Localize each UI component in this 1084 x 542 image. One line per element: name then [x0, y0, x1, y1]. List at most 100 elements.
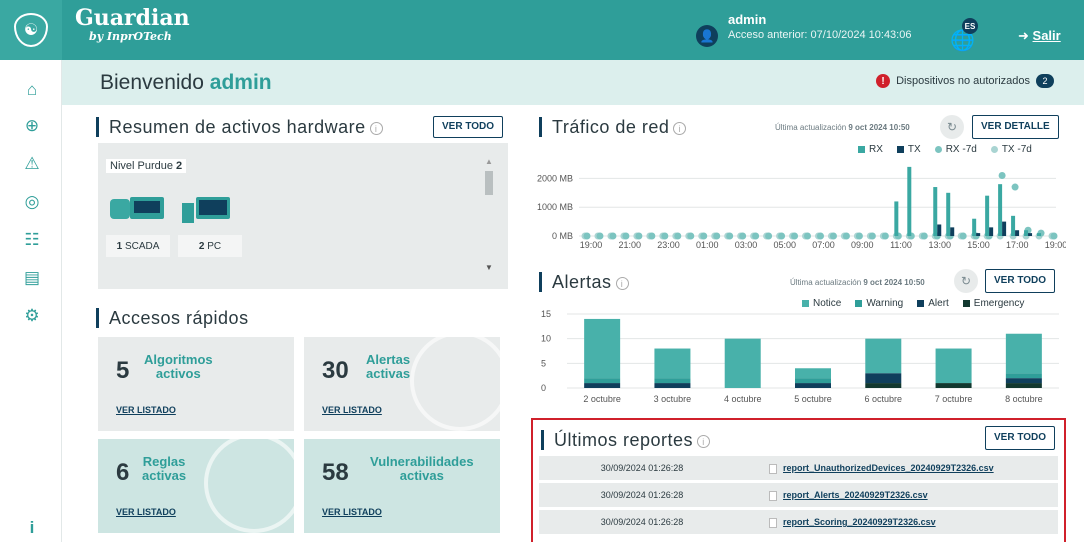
- rx7d-point: [791, 232, 799, 240]
- user-avatar-icon[interactable]: 👤: [696, 25, 718, 47]
- info-icon[interactable]: i: [22, 518, 42, 538]
- report-link[interactable]: report_Alerts_20240929T2326.csv: [783, 490, 928, 500]
- purdue-label: Nivel Purdue: [110, 160, 173, 172]
- quick-label: Reglas activas: [142, 454, 187, 483]
- alerts-legend: Notice Warning Alert Emergency: [802, 298, 1024, 309]
- alerts-title: Alertas i: [539, 272, 629, 292]
- scada-gear-icon: [110, 199, 130, 219]
- x-tick-label: 8 octubre: [1005, 394, 1043, 404]
- view-list-link[interactable]: VER LISTADO: [116, 507, 176, 517]
- brand-subtitle: by InprOTech: [89, 30, 172, 43]
- traffic-detail-button[interactable]: VER DETALLE: [972, 115, 1059, 139]
- scroll-down-icon[interactable]: ▼: [485, 263, 493, 272]
- settings-icon[interactable]: ⚙: [22, 306, 42, 326]
- language-badge[interactable]: ES: [962, 18, 978, 34]
- rx7d-point: [1050, 232, 1058, 240]
- tx-bar: [1002, 221, 1007, 236]
- alerts-view-all-button[interactable]: VER TODO: [985, 269, 1056, 293]
- report-file[interactable]: report_UnauthorizedDevices_20240929T2326…: [749, 456, 994, 480]
- quick-number: 6: [116, 459, 130, 486]
- hw-item-pc[interactable]: 2 PC: [178, 235, 242, 257]
- refresh-icon[interactable]: ↻: [940, 115, 964, 139]
- home-icon[interactable]: ⌂: [22, 80, 42, 100]
- quick-card-alerts[interactable]: 30 Alertas activas VER LISTADO: [304, 337, 500, 431]
- rx7d-point: [674, 232, 682, 240]
- rx-bar: [972, 218, 977, 236]
- scroll-up-icon[interactable]: ▲: [485, 157, 493, 166]
- quick-title: Accesos rápidos: [96, 308, 249, 328]
- report-link[interactable]: report_UnauthorizedDevices_20240929T2326…: [783, 463, 994, 473]
- hw-item-scada[interactable]: 1 SCADA: [106, 235, 170, 257]
- rx-bar: [1024, 230, 1029, 236]
- view-list-link[interactable]: VER LISTADO: [116, 405, 176, 415]
- rx7d-point: [713, 232, 721, 240]
- alert-bar-segment: [865, 383, 902, 388]
- document-icon[interactable]: ▤: [22, 268, 42, 288]
- scrollbar[interactable]: ▲ ▼: [483, 157, 493, 277]
- hardware-title-text: Resumen de activos hardware: [109, 117, 366, 137]
- file-icon: [769, 463, 777, 474]
- report-file[interactable]: report_Alerts_20240929T2326.csv: [749, 483, 928, 507]
- logo[interactable]: ☯: [0, 0, 62, 60]
- rx7d-point: [752, 232, 760, 240]
- alert-bar-segment: [1005, 373, 1042, 379]
- alerts-title-text: Alertas: [552, 272, 612, 292]
- legend-item: RX: [858, 144, 883, 155]
- reports-view-all-button[interactable]: VER TODO: [985, 426, 1056, 450]
- warning-icon[interactable]: ⚠: [22, 154, 42, 174]
- rx7d-point: [700, 232, 708, 240]
- reports-panel: Últimos reportes i VER TODO 30/09/2024 01…: [531, 418, 1066, 542]
- report-link[interactable]: report_Scoring_20240929T2326.csv: [783, 517, 936, 527]
- x-tick-label: 19:00: [1045, 240, 1066, 250]
- network-icon[interactable]: ⊕: [22, 116, 42, 136]
- fingerprint-icon[interactable]: ◎: [22, 192, 42, 212]
- legend-item: Warning: [855, 298, 903, 309]
- tx-bar: [1015, 230, 1020, 236]
- rx7d-point: [765, 232, 773, 240]
- scroll-thumb[interactable]: [485, 171, 493, 195]
- hardware-view-all-button[interactable]: VER TODO: [433, 116, 504, 138]
- alert-bar-segment: [654, 348, 691, 379]
- view-list-link[interactable]: VER LISTADO: [322, 405, 382, 415]
- alert-bar-segment: [795, 383, 831, 388]
- info-icon[interactable]: i: [697, 434, 711, 448]
- logout-button[interactable]: ➜ Salir: [1018, 28, 1061, 44]
- x-tick-label: 13:00: [928, 240, 951, 250]
- x-tick-label: 21:00: [618, 240, 641, 250]
- rx-bar: [894, 201, 899, 236]
- refresh-icon[interactable]: ↻: [954, 269, 978, 293]
- x-tick-label: 7 octubre: [935, 394, 973, 404]
- welcome-prefix: Bienvenido: [100, 71, 204, 94]
- alerts-updated: Última actualización 9 oct 2024 10:50: [790, 278, 925, 287]
- quick-card-rules[interactable]: 6 Reglas activas VER LISTADO: [98, 439, 294, 533]
- report-file[interactable]: report_Scoring_20240929T2326.csv: [749, 510, 936, 534]
- alert-bar-segment: [584, 378, 621, 384]
- tx-bar: [976, 233, 981, 236]
- alert-bar-segment: [935, 348, 972, 384]
- tx-bar: [937, 224, 942, 236]
- unauthorized-devices-alert[interactable]: ! Dispositivos no autorizados 2: [876, 74, 1054, 88]
- info-icon[interactable]: i: [369, 121, 383, 135]
- quick-card-algorithms[interactable]: 5 Algoritmos activos VER LISTADO: [98, 337, 294, 431]
- quick-number: 5: [116, 357, 130, 384]
- topology-icon[interactable]: ☷: [22, 230, 42, 250]
- info-icon[interactable]: i: [673, 121, 687, 135]
- y-tick-label: 15: [541, 310, 551, 319]
- rx-bar: [1037, 233, 1042, 236]
- x-tick-label: 6 octubre: [865, 394, 903, 404]
- welcome-user: admin: [209, 71, 272, 94]
- alert-bar-segment: [865, 338, 902, 374]
- hw-label: PC: [207, 240, 222, 252]
- info-icon[interactable]: i: [615, 276, 629, 290]
- traffic-updated: Última actualización 9 oct 2024 10:50: [775, 123, 910, 132]
- view-list-link[interactable]: VER LISTADO: [322, 507, 382, 517]
- rx7d-point: [881, 232, 889, 240]
- quick-card-vulnerabilities[interactable]: 58 Vulnerabilidades activas VER LISTADO: [304, 439, 500, 533]
- rx7d-point: [804, 232, 812, 240]
- alert-bar-segment: [584, 318, 621, 379]
- rx7d-point: [726, 232, 734, 240]
- x-tick-label: 4 octubre: [724, 394, 762, 404]
- quick-label: Algoritmos activos: [144, 352, 213, 381]
- x-tick-label: 07:00: [812, 240, 835, 250]
- unauthorized-count: 2: [1036, 74, 1054, 88]
